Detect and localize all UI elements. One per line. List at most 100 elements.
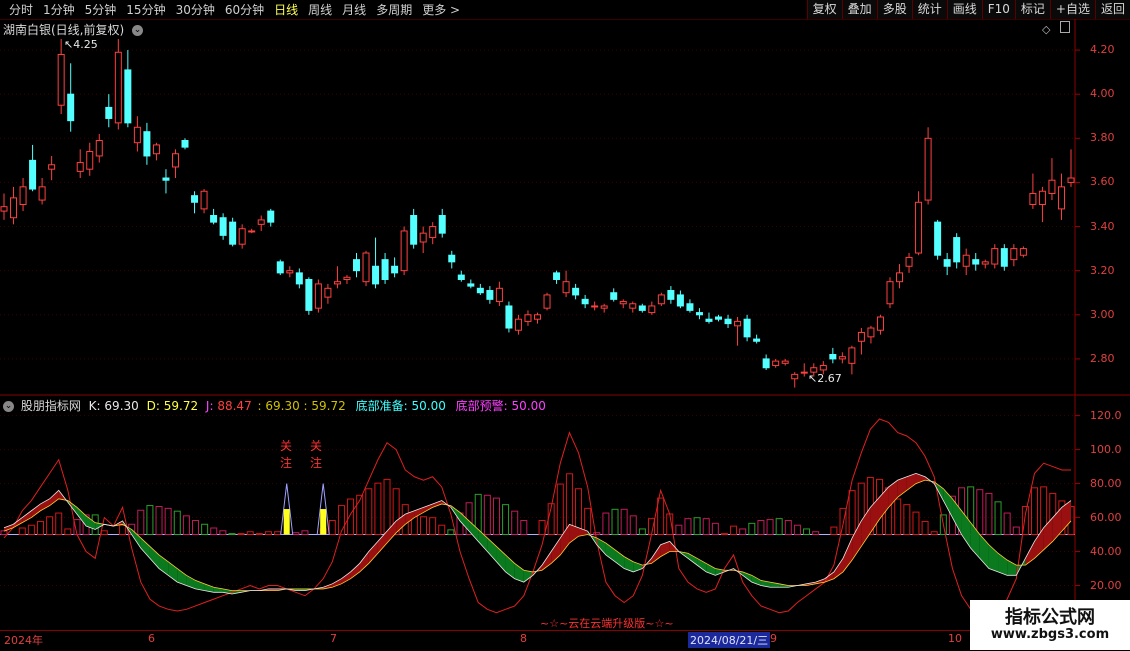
main-grid xyxy=(0,49,1080,360)
candle-body xyxy=(467,283,475,287)
kd-ribbon xyxy=(998,553,1008,576)
period-tab-2[interactable]: 5分钟 xyxy=(80,1,122,19)
toolbar-button-8[interactable]: 返回 xyxy=(1094,0,1130,19)
volume-bar xyxy=(511,510,519,536)
signal-bar xyxy=(320,509,327,535)
date-label-8: 8 xyxy=(520,632,527,645)
candle-body xyxy=(476,287,484,294)
toolbar-button-0[interactable]: 复权 xyxy=(806,0,842,19)
kd-ribbon xyxy=(487,537,497,562)
toolbar-button-5[interactable]: F10 xyxy=(981,0,1015,19)
candle-body xyxy=(314,283,322,309)
period-tab-4[interactable]: 30分钟 xyxy=(171,1,220,19)
period-tab-1[interactable]: 1分钟 xyxy=(38,1,80,19)
kd-ribbon xyxy=(669,541,679,552)
kd-ribbon xyxy=(1034,527,1044,559)
volume-bar xyxy=(192,520,200,536)
volume-bar xyxy=(301,530,309,536)
volume-bar xyxy=(201,523,209,536)
candle-body xyxy=(362,252,370,283)
kd-ribbon xyxy=(323,583,333,589)
kd-ribbon xyxy=(350,563,360,579)
period-tab-0[interactable]: 分时 xyxy=(4,1,38,19)
toolbar-button-7[interactable]: +自选 xyxy=(1049,0,1095,19)
volume-bar xyxy=(128,523,136,536)
toolbar-button-1[interactable]: 叠加 xyxy=(841,0,877,19)
kd-ribbon xyxy=(222,588,232,595)
volume-bar xyxy=(711,522,719,536)
volume-bar xyxy=(875,478,883,536)
candle-body xyxy=(124,69,132,124)
period-tab-7[interactable]: 周线 xyxy=(303,1,337,19)
volume-bar xyxy=(319,528,327,536)
kd-ribbon xyxy=(368,541,378,564)
bottom-prep-value: 50.00 xyxy=(411,399,446,413)
period-tab-9[interactable]: 多周期 xyxy=(371,1,417,19)
period-tab-5[interactable]: 60分钟 xyxy=(220,1,269,19)
kd-ribbon xyxy=(459,512,470,532)
kd-ribbon xyxy=(295,588,305,591)
candle-body xyxy=(0,206,8,212)
volume-bar xyxy=(693,517,701,536)
indicator-ribbon xyxy=(4,473,1071,595)
period-tab-6[interactable]: 日线 xyxy=(269,1,303,19)
date-axis: 2024年 6 7 8 9 10 2024/08/21/三 xyxy=(0,630,1075,651)
kd-ribbon xyxy=(86,515,96,530)
toolbar-button-4[interactable]: 画线 xyxy=(946,0,982,19)
volume-bar xyxy=(584,507,592,536)
candle-body xyxy=(210,215,218,223)
candle-body xyxy=(848,347,856,364)
candle-body xyxy=(419,232,427,243)
candle-body xyxy=(934,221,942,256)
volume-bar xyxy=(164,507,172,536)
toolbar-button-6[interactable]: 标记 xyxy=(1014,0,1050,19)
kd-ribbon xyxy=(560,524,570,555)
volume-bar xyxy=(0,530,8,536)
indicator-lines xyxy=(3,418,1072,621)
settings-icon[interactable] xyxy=(1059,21,1070,33)
volume-bar xyxy=(18,527,26,536)
period-tab-10[interactable]: 更多 > xyxy=(417,1,465,19)
toolbar-button-2[interactable]: 多股 xyxy=(876,0,912,19)
volume-bar xyxy=(684,518,692,536)
kd-ribbon xyxy=(149,546,160,569)
candle-body xyxy=(915,201,923,254)
candle-body xyxy=(724,318,732,325)
indicator-tick-4: 40.00 xyxy=(1090,544,1122,558)
kd-ribbon xyxy=(277,588,287,591)
volume-bar xyxy=(894,498,902,536)
kd-ribbon xyxy=(514,563,524,583)
watermark-logo: 指标公式网 www.zbgs3.com xyxy=(970,600,1130,650)
volume-bar xyxy=(976,489,984,536)
indicator-tick-0: 120.0 xyxy=(1090,408,1122,422)
candle-body xyxy=(1010,248,1018,261)
volume-bar xyxy=(1040,486,1048,536)
kd-ribbon xyxy=(934,481,944,501)
kd-ribbon xyxy=(469,520,479,542)
chart-canvas[interactable] xyxy=(0,0,1130,650)
candle-body xyxy=(257,219,265,225)
candle-body xyxy=(486,290,494,300)
collapse-icon[interactable]: ⌄ xyxy=(3,401,14,412)
volume-bar xyxy=(365,488,373,536)
diamond-icon[interactable]: ◇ xyxy=(1042,23,1050,36)
volume-bar xyxy=(401,504,409,536)
kd-ribbon xyxy=(806,582,816,586)
kd-ribbon xyxy=(31,503,41,518)
volume-bar xyxy=(666,513,674,536)
kd-ribbon xyxy=(888,480,898,508)
volume-bar xyxy=(46,516,54,536)
candle-body xyxy=(76,162,84,172)
volume-bar xyxy=(520,520,528,536)
kd-ribbon xyxy=(304,588,315,591)
chevron-down-icon[interactable]: ⌄ xyxy=(132,25,144,36)
candle-body xyxy=(876,316,884,331)
candle-body xyxy=(457,274,465,280)
kd-ribbon xyxy=(22,510,32,523)
period-tab-8[interactable]: 月线 xyxy=(337,1,371,19)
kd-ribbon xyxy=(131,529,141,549)
toolbar-button-3[interactable]: 统计 xyxy=(911,0,947,19)
volume-bar xyxy=(848,490,856,536)
volume-bar xyxy=(1012,526,1020,536)
period-tab-3[interactable]: 15分钟 xyxy=(121,1,170,19)
